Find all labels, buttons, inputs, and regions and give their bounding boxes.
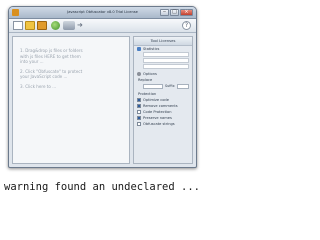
suffix-input[interactable] — [177, 84, 189, 89]
option-label: Obfuscate strings — [143, 122, 175, 126]
checkbox[interactable] — [137, 104, 141, 108]
suffix-label: Suffix — [165, 84, 175, 88]
statistics-label: Statistics — [143, 47, 160, 51]
settings-panel: Tool Licenses Statistics Options Replace… — [133, 36, 193, 164]
instruction-line: 3. Click here to ... — [20, 83, 57, 89]
title-bar: Javascript Obfuscator v8.0 Trial License… — [9, 7, 196, 19]
statistics-field — [143, 52, 189, 57]
statistics-field — [143, 64, 189, 69]
replace-row: Suffix — [134, 83, 192, 91]
statistics-row[interactable]: Statistics — [134, 46, 192, 52]
drop-zone[interactable]: 1. Drag&drop js files or folders with js… — [12, 36, 130, 164]
toolbar: ➜ ? — [9, 19, 196, 33]
app-window: Javascript Obfuscator v8.0 Trial License… — [8, 6, 197, 168]
checkbox[interactable] — [137, 98, 141, 102]
option-label: Preserve names — [143, 116, 172, 120]
instruction-line: your JavaScript code ... — [20, 74, 68, 80]
open-folder-icon[interactable] — [25, 21, 35, 30]
option-label: Remove comments — [143, 104, 178, 108]
close-button[interactable]: × — [180, 9, 193, 16]
options-row[interactable]: Options — [134, 71, 192, 77]
option-checkbox-row[interactable]: Obfuscate strings — [134, 121, 192, 127]
replace-input[interactable] — [143, 84, 163, 89]
panel-header: Tool Licenses — [134, 37, 192, 46]
instruction-line: into your ... — [20, 59, 44, 65]
option-label: Optimize code — [143, 98, 169, 102]
maximize-button[interactable]: □ — [170, 9, 179, 16]
save-icon[interactable] — [37, 21, 47, 30]
web-icon[interactable] — [51, 21, 60, 30]
help-icon[interactable]: ? — [182, 21, 191, 30]
options-icon — [137, 72, 141, 76]
window-controls: ‒ □ × — [160, 9, 193, 16]
statistics-icon — [137, 47, 141, 51]
arrow-right-icon[interactable]: ➜ — [77, 22, 88, 29]
option-label: Code Protection — [143, 110, 172, 114]
checkbox[interactable] — [137, 110, 141, 114]
checkbox[interactable] — [137, 116, 141, 120]
obfuscate-button[interactable] — [63, 21, 75, 30]
caption-text: warning found an undeclared ... — [4, 181, 200, 193]
statistics-field — [143, 58, 189, 63]
main-content: 1. Drag&drop js files or folders with js… — [9, 33, 196, 167]
minimize-button[interactable]: ‒ — [160, 9, 169, 16]
options-label: Options — [143, 72, 157, 76]
new-file-icon[interactable] — [13, 21, 23, 30]
screenshot-stage: Javascript Obfuscator v8.0 Trial License… — [0, 0, 204, 209]
checkbox[interactable] — [137, 122, 141, 126]
